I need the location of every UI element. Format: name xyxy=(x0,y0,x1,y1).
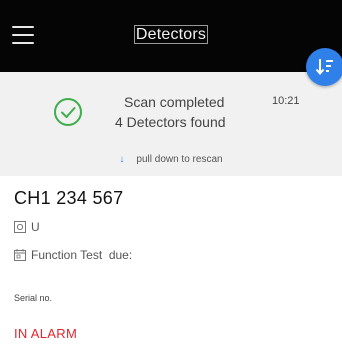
page-title: Detectors xyxy=(0,25,342,44)
square-badge-icon xyxy=(14,221,26,233)
function-test-row: Function Test due: xyxy=(14,248,132,262)
alarm-status: IN ALARM xyxy=(14,326,78,341)
detector-list-item[interactable]: CH1 234 567 U Function Test due: Serial … xyxy=(0,176,342,349)
detectors-found-text: 4 Detectors found xyxy=(115,114,226,130)
check-circle-icon xyxy=(54,98,82,126)
scan-status-panel: Scan completed 10:21 4 Detectors found ↓… xyxy=(0,72,342,176)
pull-hint-text: pull down to rescan xyxy=(136,154,223,165)
scan-status-text: Scan completed xyxy=(124,94,225,110)
function-test-label: Function Test due: xyxy=(31,248,133,262)
sort-button[interactable] xyxy=(306,48,342,86)
page-title-text: Detectors xyxy=(133,25,209,44)
serial-number-label: Serial no. xyxy=(14,293,53,303)
calendar-icon xyxy=(14,249,26,261)
arrow-down-icon: ↓ xyxy=(119,154,125,165)
pull-to-rescan-hint[interactable]: ↓ pull down to rescan xyxy=(0,154,342,165)
sort-list-icon xyxy=(315,59,333,76)
detector-name: CH1 234 567 xyxy=(14,188,124,208)
detector-type-row: U xyxy=(14,220,40,234)
detector-type-value: U xyxy=(31,220,40,234)
scan-time: 10:21 xyxy=(272,95,300,107)
app-bar: Detectors xyxy=(0,0,342,72)
